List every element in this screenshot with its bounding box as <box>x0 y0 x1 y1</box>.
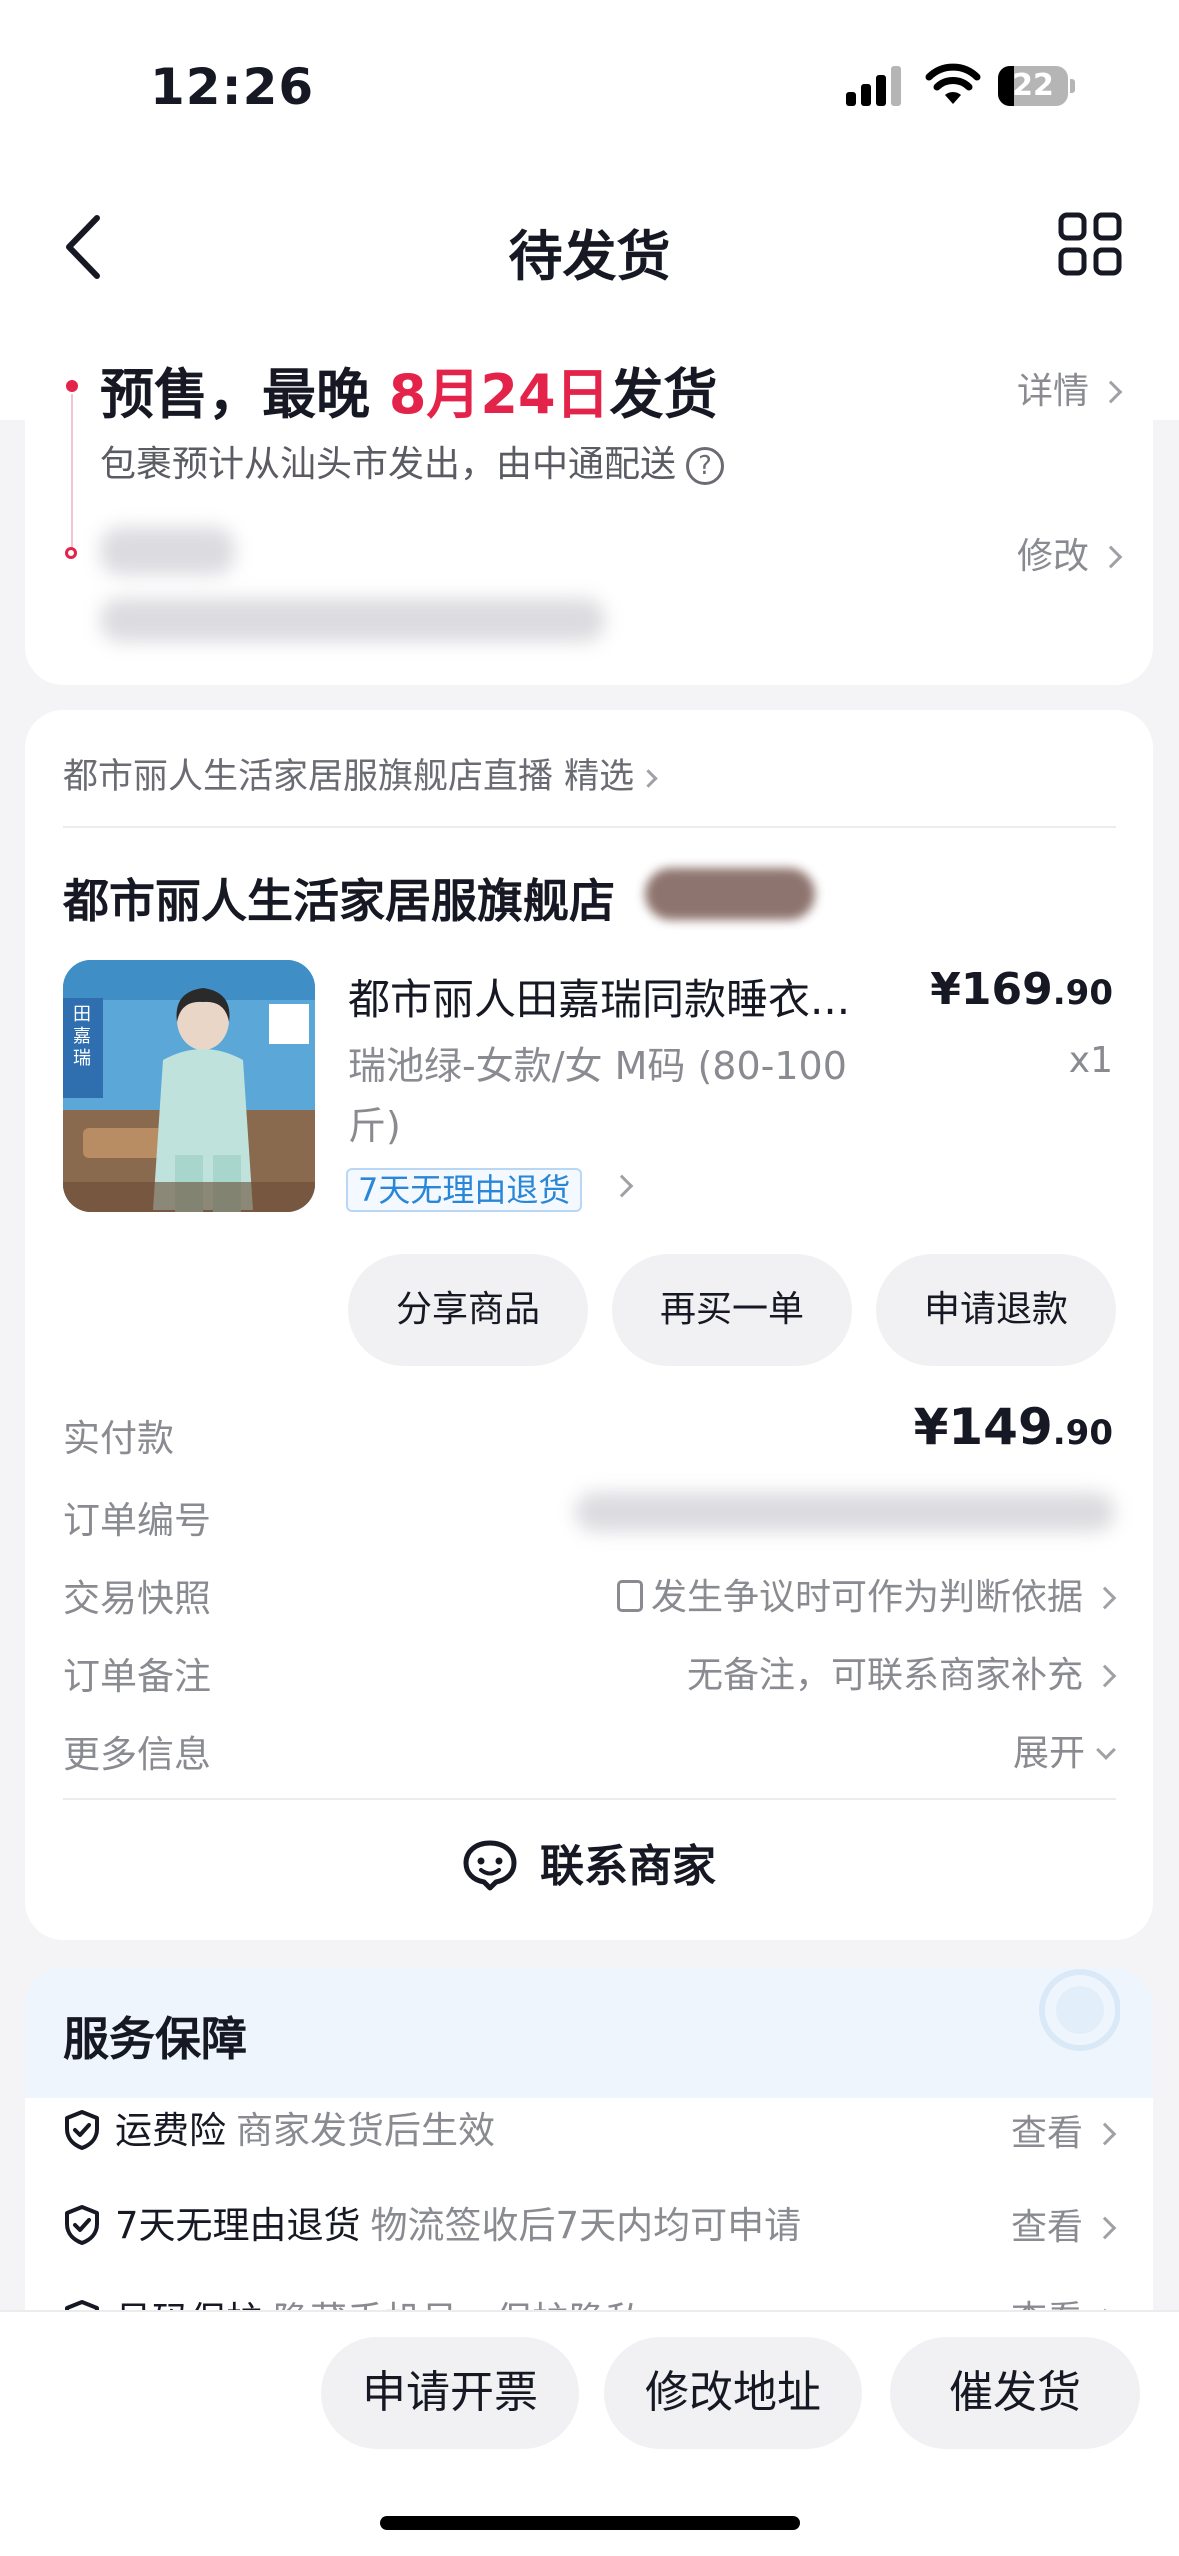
store-name[interactable]: 都市丽人生活家居服旗舰店 <box>63 865 615 931</box>
product-thumbnail[interactable]: 田 嘉 瑞 <box>63 960 315 1212</box>
cellular-signal-icon <box>846 66 902 106</box>
divider <box>63 1798 1116 1800</box>
chat-bubble-icon <box>463 1840 517 1891</box>
shield-check-icon <box>65 2205 99 2245</box>
store-badge-redacted <box>645 868 815 920</box>
service-desc: 物流签收后7天内均可申请 <box>370 2204 802 2247</box>
recipient-address-redacted <box>100 598 605 642</box>
product-quantity: x1 <box>1068 1040 1113 1081</box>
service-name: 运费险 <box>115 2109 226 2152</box>
paid-amount-decimal: .90 <box>1052 1413 1113 1453</box>
battery-level: 22 <box>1012 68 1054 103</box>
store-live-label: 都市丽人生活家居服旗舰店直播 精选 <box>63 757 635 797</box>
shipping-title-suffix: 发货 <box>609 363 718 426</box>
timeline-line <box>71 394 73 550</box>
timeline-dot <box>66 380 78 392</box>
expand-more-info[interactable]: 展开 <box>1012 1724 1116 1776</box>
product-spec: 瑞池绿-女款/女 M码 (80-100斤) <box>348 1044 847 1148</box>
service-desc: 商家发货后生效 <box>236 2109 495 2152</box>
order-note-value: 无备注，可联系商家补充 <box>686 1655 1083 1696</box>
grid-menu-icon[interactable] <box>1058 212 1122 276</box>
shield-check-icon <box>65 2110 99 2150</box>
svg-text:嘉: 嘉 <box>73 1026 91 1047</box>
shipping-title: 预售，最晚 8月24日发货 <box>100 350 718 429</box>
battery-icon: 22 <box>998 66 1075 106</box>
service-title: 服务保障 <box>63 2012 247 2066</box>
shipping-date: 8月24日 <box>388 363 610 426</box>
service-row-7day-return[interactable]: 7天无理由退货 物流签收后7天内均可申请 <box>63 2195 801 2249</box>
status-bar: 12:26 22 <box>0 0 1179 150</box>
urge-shipment-button[interactable]: 催发货 <box>890 2337 1140 2449</box>
paid-label: 实付款 <box>63 1417 174 1460</box>
view-shipping-insurance[interactable]: 查看 <box>1010 2104 1117 2156</box>
shipping-subtitle: 包裹预计从汕头市发出，由中通配送? <box>100 435 725 487</box>
product-price-main: ¥169 <box>930 964 1053 1015</box>
service-row-shipping-insurance[interactable]: 运费险 商家发货后生效 <box>63 2100 495 2154</box>
snapshot-label: 交易快照 <box>63 1577 211 1620</box>
view-7day-return[interactable]: 查看 <box>1010 2198 1117 2250</box>
order-note-label: 订单备注 <box>63 1655 211 1698</box>
chevron-right-icon <box>1099 545 1123 569</box>
contact-seller-label: 联系商家 <box>540 1841 716 1892</box>
details-label: 详情 <box>1016 371 1089 412</box>
chevron-right-icon <box>1099 380 1123 404</box>
home-indicator[interactable] <box>380 2516 800 2530</box>
share-product-button[interactable]: 分享商品 <box>348 1254 588 1366</box>
chevron-down-icon <box>1096 1740 1116 1760</box>
svg-text:田: 田 <box>73 1004 91 1025</box>
edit-address-link[interactable]: 修改 <box>1016 527 1123 579</box>
view-label: 查看 <box>1010 2207 1083 2248</box>
nav-bar: 待发货 <box>0 190 1179 300</box>
request-refund-button[interactable]: 申请退款 <box>876 1254 1116 1366</box>
request-invoice-button[interactable]: 申请开票 <box>321 2337 579 2449</box>
chevron-right-icon <box>1093 2216 1117 2240</box>
change-address-button[interactable]: 修改地址 <box>604 2337 862 2449</box>
chevron-right-icon <box>639 769 658 788</box>
paid-amount-main: ¥149 <box>913 1398 1053 1456</box>
contact-seller-button[interactable]: 联系商家 <box>25 1830 1153 1894</box>
page-title: 待发货 <box>508 225 671 288</box>
view-label: 查看 <box>1010 2113 1083 2154</box>
recipient-name-redacted <box>100 527 235 575</box>
chevron-right-icon <box>1093 1586 1117 1610</box>
buy-again-button[interactable]: 再买一单 <box>612 1254 852 1366</box>
shipping-details-link[interactable]: 详情 <box>1016 362 1123 414</box>
chevron-right-icon <box>1093 2122 1117 2146</box>
shield-watermark-icon <box>1039 1969 1120 2051</box>
store-live-link[interactable]: 都市丽人生活家居服旗舰店直播 精选 <box>63 748 658 799</box>
product-price-decimal: .90 <box>1052 973 1113 1013</box>
product-price: ¥169.90 <box>930 964 1113 1015</box>
edit-label: 修改 <box>1016 536 1089 577</box>
wifi-icon <box>925 63 981 104</box>
paid-amount: ¥149.90 <box>914 1398 1113 1456</box>
help-icon[interactable]: ? <box>686 447 725 485</box>
more-info-label: 更多信息 <box>63 1733 211 1776</box>
shipping-subtitle-text: 包裹预计从汕头市发出，由中通配送 <box>100 444 677 485</box>
service-name: 7天无理由退货 <box>115 2204 361 2247</box>
chevron-right-icon <box>1093 1664 1117 1688</box>
status-time: 12:26 <box>150 58 315 116</box>
return-policy-tag[interactable]: 7天无理由退货 <box>346 1168 583 1212</box>
product-title[interactable]: 都市丽人田嘉瑞同款睡衣... <box>348 966 850 1027</box>
order-note-link[interactable]: 无备注，可联系商家补充 <box>686 1646 1117 1698</box>
snapshot-link[interactable]: 发生争议时可作为判断依据 <box>616 1568 1117 1620</box>
snapshot-value: 发生争议时可作为判断依据 <box>650 1577 1083 1618</box>
order-number-redacted <box>575 1492 1115 1532</box>
svg-text:瑞: 瑞 <box>73 1048 91 1069</box>
divider <box>63 826 1116 828</box>
more-info-value: 展开 <box>1012 1733 1085 1774</box>
document-icon <box>616 1580 643 1612</box>
address-dot <box>65 547 77 559</box>
shipping-title-prefix: 预售，最晚 <box>100 363 389 426</box>
order-number-label: 订单编号 <box>63 1499 211 1542</box>
